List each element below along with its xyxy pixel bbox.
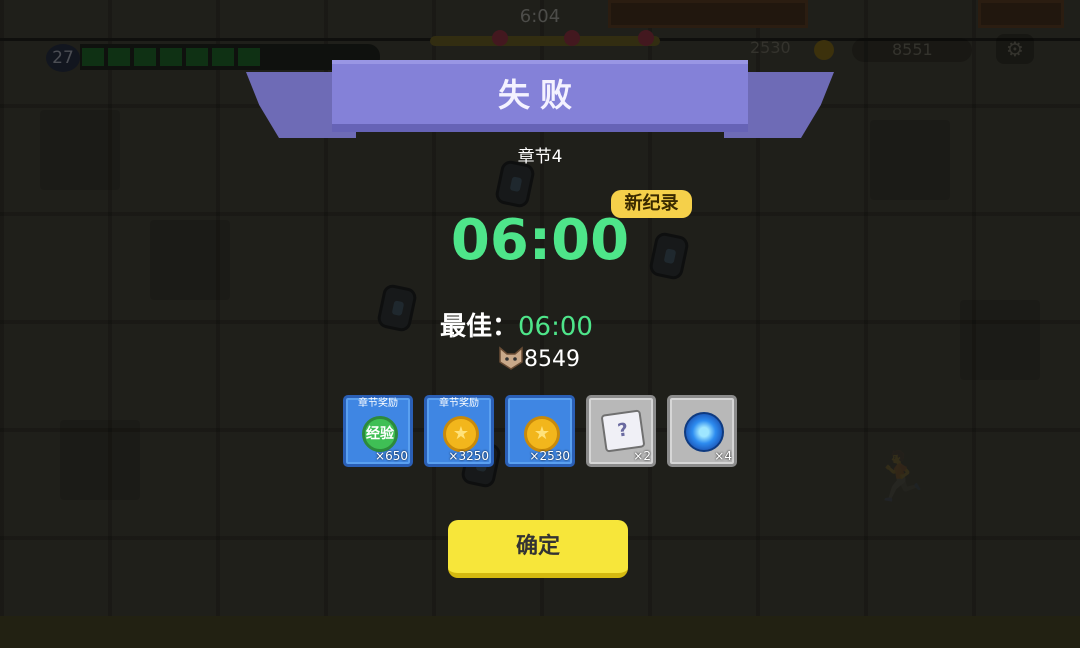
banner-body: 失败 [332,60,748,132]
exp-badge-icon: 经验 [362,416,398,452]
reward-item-exp[interactable]: 章节奖励 经验 ×650 [343,395,413,467]
reward-count: ×4 [714,449,732,463]
reward-tag: 章节奖励 [439,398,479,409]
reward-item-scroll[interactable]: ? ×2 [586,395,656,467]
reward-count: ×650 [375,449,408,463]
reward-count: ×2 [633,449,651,463]
kill-count-value: 8549 [524,347,580,372]
reward-count: ×2530 [529,449,570,463]
reward-item-orb[interactable]: ×4 [667,395,737,467]
reward-item-coins[interactable]: ×2530 [505,395,575,467]
result-title: 失败 [497,76,582,114]
best-time-label: 最佳： [440,312,519,342]
gold-coin-icon [443,416,479,452]
result-banner: 失败 [246,60,834,146]
mystery-scroll-icon: ? [600,409,646,453]
best-time-row: 最佳：06:00 [440,306,640,342]
chapter-label: 章节4 [517,147,563,167]
cat-head-icon [499,346,523,370]
gold-coin-icon [524,416,560,452]
blue-orb-icon [684,412,724,452]
kill-count-row: 8549 [498,346,618,374]
reward-item-chapter-coins[interactable]: 章节奖励 ×3250 [424,395,494,467]
best-time-value: 06:00 [518,312,593,342]
reward-list: 章节奖励 经验 ×650 章节奖励 ×3250 ×2530 ? ×2 ×4 [343,395,743,467]
confirm-button[interactable]: 确定 [448,520,628,578]
reward-tag: 章节奖励 [358,398,398,409]
survival-time: 06:00 [450,208,630,273]
reward-count: ×3250 [448,449,489,463]
